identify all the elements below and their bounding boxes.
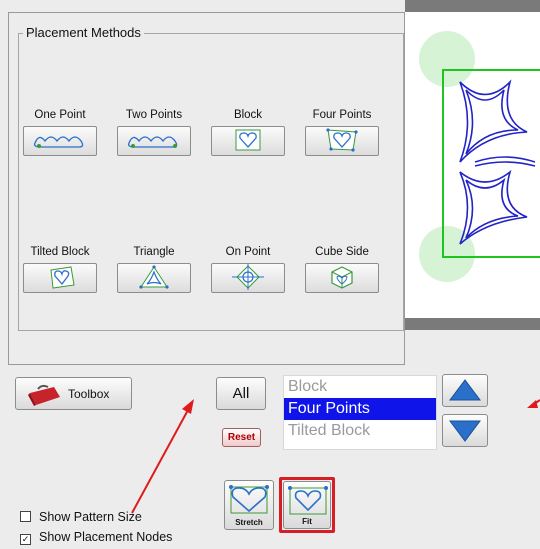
annotation-arrow-to-list: [527, 399, 540, 408]
annotation-overlay: [131, 399, 540, 514]
annotation-arrow-to-all: [131, 399, 194, 514]
